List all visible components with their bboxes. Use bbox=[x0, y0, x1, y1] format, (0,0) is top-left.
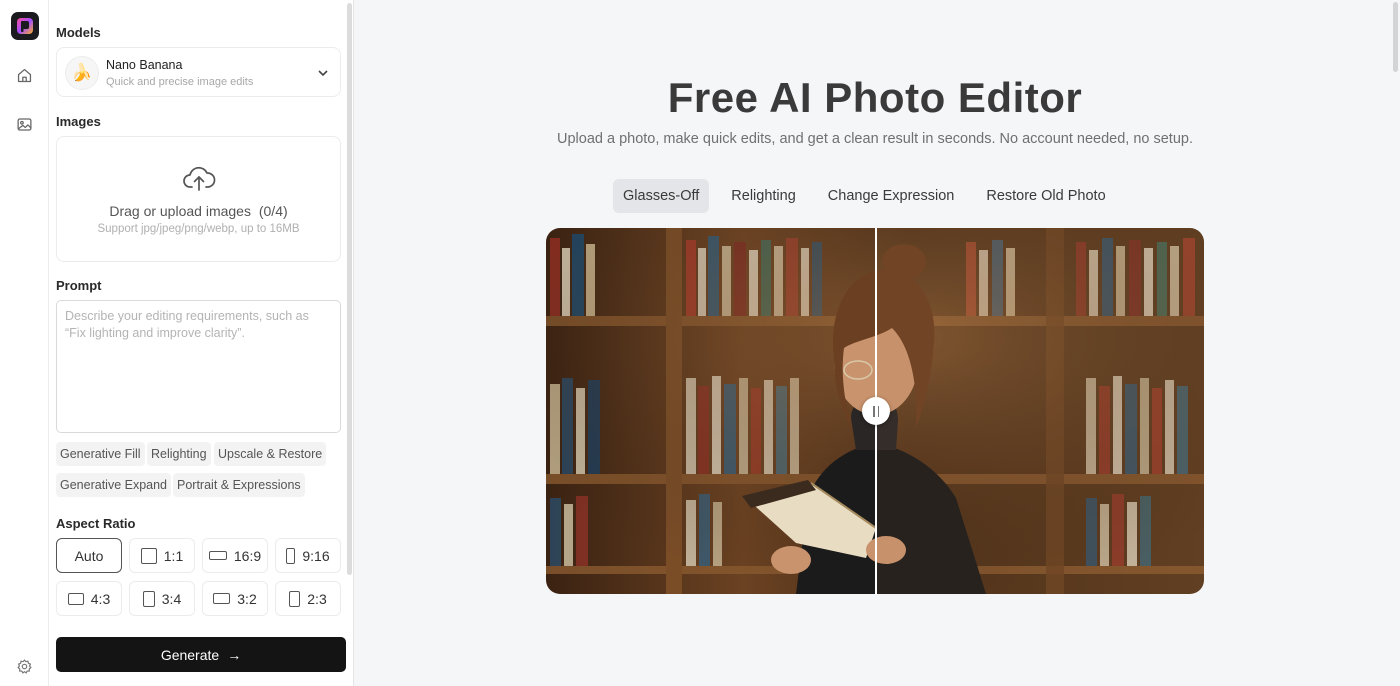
before-after-comparison[interactable] bbox=[546, 228, 1204, 594]
landscape-icon bbox=[67, 592, 84, 605]
ratio-label: Auto bbox=[74, 547, 104, 564]
tab-relighting[interactable]: Relighting bbox=[721, 179, 806, 213]
chip-generative-expand[interactable]: Generative Expand bbox=[56, 473, 172, 497]
arrow-right-icon: → bbox=[227, 646, 242, 663]
chip-generative-fill[interactable]: Generative Fill bbox=[56, 442, 145, 466]
chip-upscale-restore[interactable]: Upscale & Restore bbox=[214, 442, 327, 466]
prompt-title: Prompt bbox=[56, 278, 102, 293]
home-icon[interactable] bbox=[14, 65, 34, 85]
chevron-down-icon bbox=[318, 70, 328, 77]
ratio-label: 3:2 bbox=[237, 590, 257, 607]
landscape-icon bbox=[208, 551, 227, 560]
ratio-2-3[interactable]: 2:3 bbox=[275, 581, 341, 616]
tab-restore-old-photo[interactable]: Restore Old Photo bbox=[976, 179, 1115, 213]
landscape-icon bbox=[213, 593, 231, 604]
panel-scrollbar[interactable] bbox=[347, 3, 352, 575]
ratio-label: 3:4 bbox=[161, 590, 182, 607]
upload-support-text: Support jpg/jpeg/png/webp, up to 16MB bbox=[97, 223, 300, 235]
tab-glasses-off[interactable]: Glasses-Off bbox=[613, 179, 710, 213]
model-name: Nano Banana bbox=[106, 58, 183, 72]
models-title: Models bbox=[56, 25, 101, 40]
image-upload-dropzone[interactable]: Drag or upload images (0/4) Support jpg/… bbox=[56, 136, 341, 262]
ratio-label: 1:1 bbox=[163, 547, 184, 564]
ratio-3-2[interactable]: 3:2 bbox=[202, 581, 268, 616]
cloud-upload-icon bbox=[183, 166, 216, 191]
ratio-label: 2:3 bbox=[307, 590, 327, 607]
prompt-input[interactable] bbox=[56, 300, 341, 433]
ratio-4-3[interactable]: 4:3 bbox=[56, 581, 122, 616]
ratio-label: 9:16 bbox=[302, 547, 330, 564]
gear-icon[interactable] bbox=[14, 656, 34, 676]
ratio-label: 16:9 bbox=[233, 547, 262, 564]
model-selector[interactable]: 🍌 Nano Banana Quick and precise image ed… bbox=[56, 47, 341, 97]
page-subtitle: Upload a photo, make quick edits, and ge… bbox=[557, 131, 1193, 147]
images-title: Images bbox=[56, 114, 101, 129]
image-icon[interactable] bbox=[14, 114, 34, 134]
aspect-ratio-title: Aspect Ratio bbox=[56, 516, 136, 531]
main-scrollbar[interactable] bbox=[1393, 2, 1398, 72]
generate-label: Generate bbox=[160, 646, 220, 663]
portrait-icon bbox=[286, 547, 296, 564]
ratio-16-9[interactable]: 16:9 bbox=[202, 538, 268, 573]
ratio-3-4[interactable]: 3:4 bbox=[129, 581, 195, 616]
ratio-label: 4:3 bbox=[90, 590, 111, 607]
upload-text: Drag or upload images bbox=[109, 203, 251, 219]
ratio-auto[interactable]: Auto bbox=[56, 538, 122, 573]
chip-relighting[interactable]: Relighting bbox=[147, 442, 211, 466]
model-description: Quick and precise image edits bbox=[106, 76, 254, 88]
ratio-1-1[interactable]: 1:1 bbox=[129, 538, 195, 573]
ratio-9-16[interactable]: 9:16 bbox=[275, 538, 341, 573]
app-logo[interactable] bbox=[11, 12, 39, 40]
upload-count: (0/4) bbox=[258, 203, 288, 219]
settings-panel: Models 🍌 Nano Banana Quick and precise i… bbox=[49, 0, 353, 686]
main-content: Free AI Photo Editor Upload a photo, mak… bbox=[353, 0, 1400, 686]
comparison-slider-handle[interactable] bbox=[862, 397, 890, 425]
generate-button[interactable]: Generate → bbox=[56, 637, 346, 672]
banana-icon: 🍌 bbox=[65, 56, 99, 90]
portrait-icon bbox=[289, 590, 301, 607]
chip-portrait-expressions[interactable]: Portrait & Expressions bbox=[173, 473, 305, 497]
tab-change-expression[interactable]: Change Expression bbox=[818, 179, 965, 213]
upload-instruction: Drag or upload images (0/4) bbox=[57, 203, 340, 219]
square-icon bbox=[140, 547, 157, 564]
example-tabs: Glasses-Off Relighting Change Expression… bbox=[613, 179, 1116, 213]
page-title: Free AI Photo Editor bbox=[667, 74, 1083, 121]
portrait-icon bbox=[142, 590, 155, 607]
icon-rail bbox=[0, 0, 49, 686]
